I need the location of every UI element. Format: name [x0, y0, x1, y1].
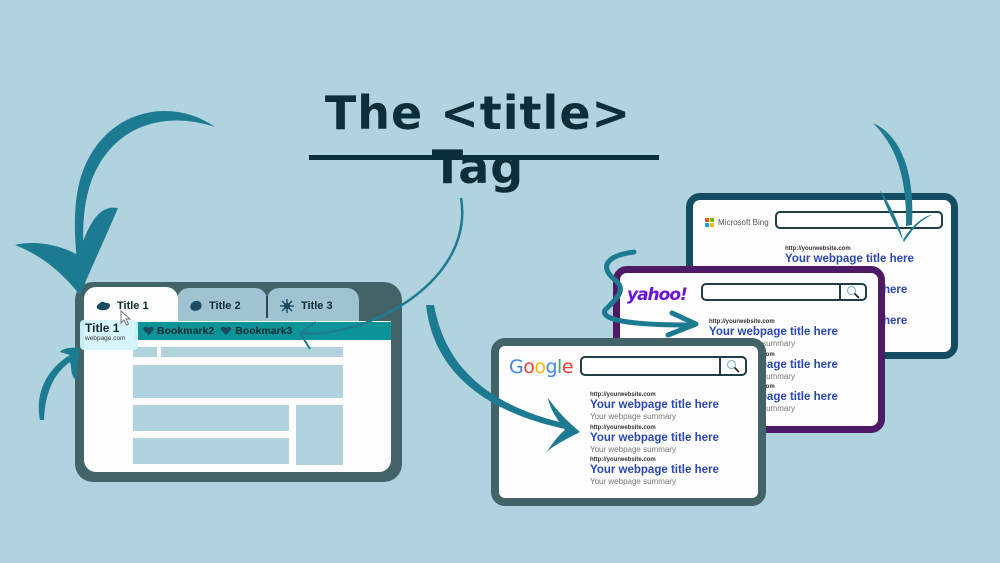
- result-title[interactable]: Your webpage title here: [785, 253, 914, 266]
- content-block: [133, 438, 289, 464]
- bookmark-label: Bookmark3: [235, 325, 293, 337]
- mouse-cursor-icon: [120, 310, 132, 326]
- result-title[interactable]: here: [883, 315, 907, 328]
- blob-icon: [96, 301, 111, 310]
- search-result[interactable]: http://yourwebsite.com Your webpage titl…: [785, 245, 914, 266]
- google-results-card: Google http://yourwebsite.com Your webpa…: [491, 338, 766, 506]
- bing-name: Microsoft Bing: [718, 218, 769, 227]
- search-button[interactable]: [719, 358, 745, 374]
- tab-label: Title 3: [301, 300, 333, 312]
- content-block: [133, 365, 343, 398]
- magnifier-icon: [846, 285, 860, 299]
- bing-logo: Microsoft Bing: [705, 218, 769, 227]
- result-url: http://yourwebsite.com: [590, 457, 656, 463]
- bing-search-input[interactable]: [775, 211, 943, 229]
- small-curved-arrow-icon: [38, 347, 80, 420]
- bookmark-bar: Bookmark2 Bookmark3: [135, 322, 391, 340]
- heart-icon: [221, 326, 232, 336]
- content-block: [133, 405, 289, 431]
- result-url: http://yourwebsite.com: [590, 392, 656, 398]
- result-title[interactable]: here: [883, 284, 907, 297]
- tab-label: Title 2: [209, 300, 241, 312]
- title-underline: [309, 155, 659, 160]
- result-url: http://yourwebsite.com: [785, 246, 851, 252]
- splat-icon: [280, 299, 294, 313]
- blob-icon: [190, 300, 202, 311]
- search-button[interactable]: [839, 285, 865, 299]
- result-title[interactable]: Your webpage title here: [590, 399, 719, 412]
- result-title[interactable]: Your webpage title here: [590, 464, 719, 477]
- browser-window: Title 2 Title 3 Title 1 Bookmark2 Bookma…: [75, 282, 402, 482]
- yahoo-search-input[interactable]: [701, 283, 867, 301]
- microsoft-logo-icon: [705, 218, 714, 227]
- search-result[interactable]: http://yourwebsite.com Your webpage titl…: [590, 391, 719, 422]
- google-logo: Google: [509, 356, 574, 378]
- tab-title-3[interactable]: Title 3: [267, 288, 359, 324]
- tab-separator: [266, 296, 268, 318]
- magnifier-icon: [726, 359, 740, 373]
- result-summary: Your webpage summary: [590, 477, 676, 486]
- result-url: http://yourwebsite.com: [590, 425, 656, 431]
- content-block: [161, 347, 343, 357]
- yahoo-logo: yahoo!: [627, 285, 688, 305]
- bookmark-2[interactable]: Bookmark2: [143, 325, 214, 337]
- tooltip-url: webpage.com: [85, 335, 126, 342]
- google-search-input[interactable]: [580, 356, 747, 376]
- search-result[interactable]: http://yourwebsite.com Your webpage titl…: [590, 424, 719, 455]
- bookmark-label: Bookmark2: [157, 325, 215, 337]
- result-summary: Your webpage summary: [590, 445, 676, 454]
- content-block: [296, 405, 343, 465]
- tab-title-2[interactable]: Title 2: [177, 288, 267, 324]
- heart-icon: [143, 326, 154, 336]
- result-title[interactable]: Your webpage title here: [590, 432, 719, 445]
- bookmark-3[interactable]: Bookmark3: [220, 325, 292, 337]
- page-title: The <title> Tag: [324, 86, 632, 194]
- curved-arrow-icon: [74, 110, 215, 270]
- result-url: http://yourwebsite.com: [709, 319, 775, 325]
- result-summary: Your webpage summary: [590, 412, 676, 421]
- search-result[interactable]: http://yourwebsite.com Your webpage titl…: [590, 456, 719, 487]
